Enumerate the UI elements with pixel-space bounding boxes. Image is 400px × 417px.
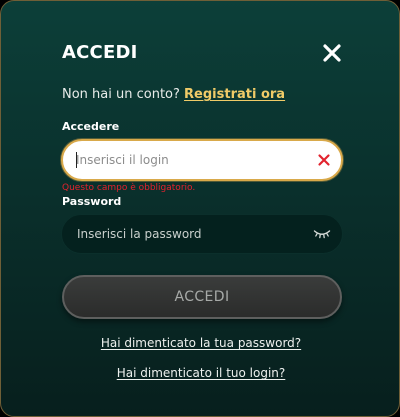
signup-link[interactable]: Registrati ora bbox=[184, 87, 285, 102]
password-label: Password bbox=[62, 195, 122, 208]
text-caret bbox=[76, 152, 77, 168]
modal-title: ACCEDI bbox=[62, 42, 138, 63]
clear-icon[interactable] bbox=[317, 153, 331, 167]
login-modal: ACCEDI Non hai un conto? Registrati ora … bbox=[0, 0, 400, 417]
eye-closed-icon[interactable] bbox=[313, 229, 331, 239]
login-input[interactable] bbox=[76, 141, 306, 179]
signup-prompt-text: Non hai un conto? bbox=[62, 87, 180, 102]
forgot-login-link[interactable]: Hai dimenticato il tuo login? bbox=[117, 366, 286, 380]
password-input[interactable] bbox=[77, 215, 297, 253]
submit-button[interactable]: ACCEDI bbox=[62, 275, 342, 319]
login-label: Accedere bbox=[62, 120, 120, 133]
signup-prompt: Non hai un conto? Registrati ora bbox=[62, 87, 285, 102]
password-field[interactable] bbox=[61, 214, 343, 254]
forgot-password-link[interactable]: Hai dimenticato la tua password? bbox=[101, 336, 301, 350]
forgot-login-row: Hai dimenticato il tuo login? bbox=[1, 366, 399, 380]
login-error-message: Questo campo è obbligatorio. bbox=[62, 183, 196, 193]
login-field[interactable] bbox=[61, 139, 343, 181]
forgot-password-row: Hai dimenticato la tua password? bbox=[1, 336, 399, 350]
close-icon[interactable] bbox=[321, 42, 343, 64]
